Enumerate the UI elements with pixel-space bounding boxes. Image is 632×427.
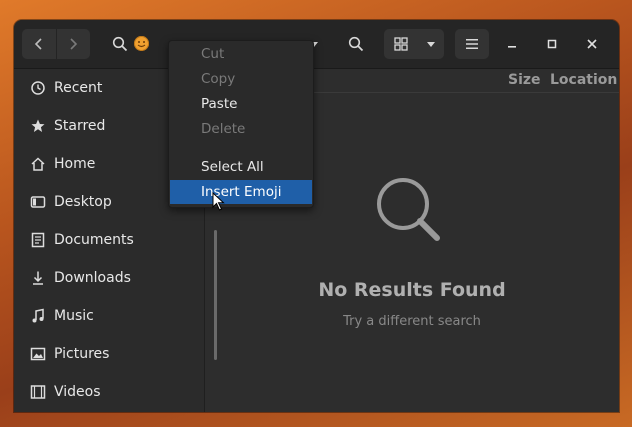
document-icon [30, 232, 46, 248]
search-icon [377, 178, 440, 241]
sidebar-item-downloads[interactable]: Downloads [14, 259, 204, 297]
close-button[interactable] [577, 29, 607, 59]
maximize-button[interactable] [537, 29, 567, 59]
column-header-size[interactable]: Size [508, 69, 541, 91]
close-icon [587, 39, 597, 49]
sidebar-item-label: Pictures [54, 346, 110, 362]
hamburger-icon [466, 39, 478, 49]
menu-item-insert-emoji[interactable]: Insert Emoji [170, 180, 312, 204]
column-header-location[interactable]: Location [550, 69, 617, 91]
sidebar-item-music[interactable]: Music [14, 297, 204, 335]
forward-button[interactable] [56, 29, 90, 59]
file-manager-window: Recent Starred Home Desktop Documents Do… [14, 20, 619, 412]
menu-item-delete[interactable]: Delete [170, 117, 312, 141]
sidebar-item-pictures[interactable]: Pictures [14, 335, 204, 373]
search-icon [112, 36, 128, 52]
header-bar [14, 20, 619, 69]
music-icon [30, 308, 46, 324]
chevron-right-icon [70, 38, 78, 50]
view-mode-button[interactable] [384, 29, 418, 59]
sidebar-item-documents[interactable]: Documents [14, 221, 204, 259]
picture-icon [30, 346, 46, 362]
menu-item-paste[interactable]: Paste [170, 92, 312, 116]
sidebar-item-label: Downloads [54, 270, 131, 286]
empty-state-subtitle: Try a different search [343, 314, 481, 329]
emoji-face-icon [134, 36, 149, 51]
desktop-icon [30, 194, 46, 210]
sidebar-item-label: Documents [54, 232, 134, 248]
sidebar-item-label: Desktop [54, 194, 112, 210]
main-menu-button[interactable] [455, 29, 489, 59]
view-mode-group [384, 29, 444, 59]
grid-view-icon [394, 37, 408, 51]
menu-item-cut[interactable]: Cut [170, 42, 312, 66]
video-icon [30, 384, 46, 400]
sidebar-scrollbar[interactable] [214, 230, 217, 360]
minimize-button[interactable] [497, 29, 527, 59]
menu-item-copy[interactable]: Copy [170, 67, 312, 91]
maximize-icon [547, 39, 557, 49]
search-toggle-button[interactable] [341, 29, 371, 59]
chevron-left-icon [34, 38, 42, 50]
sidebar-item-label: Videos [54, 384, 101, 400]
star-icon [30, 118, 46, 134]
back-button[interactable] [22, 29, 56, 59]
menu-item-select-all[interactable]: Select All [170, 155, 312, 179]
sidebar-item-videos[interactable]: Videos [14, 373, 204, 411]
sidebar-item-label: Recent [54, 80, 103, 96]
sidebar-item-label: Home [54, 156, 96, 172]
sidebar-item-label: Starred [54, 118, 106, 134]
search-icon [348, 36, 364, 52]
view-options-button[interactable] [418, 29, 444, 59]
home-icon [30, 156, 46, 172]
empty-state-title: No Results Found [318, 279, 506, 301]
mouse-pointer-icon [212, 192, 225, 211]
chevron-down-icon [427, 42, 435, 47]
clock-icon [30, 80, 46, 96]
context-menu: Cut Copy Paste Delete Select All Insert … [168, 40, 314, 208]
sidebar-item-label: Music [54, 308, 94, 324]
download-icon [30, 270, 46, 286]
minimize-icon [508, 46, 516, 48]
navigation-buttons [22, 29, 90, 59]
